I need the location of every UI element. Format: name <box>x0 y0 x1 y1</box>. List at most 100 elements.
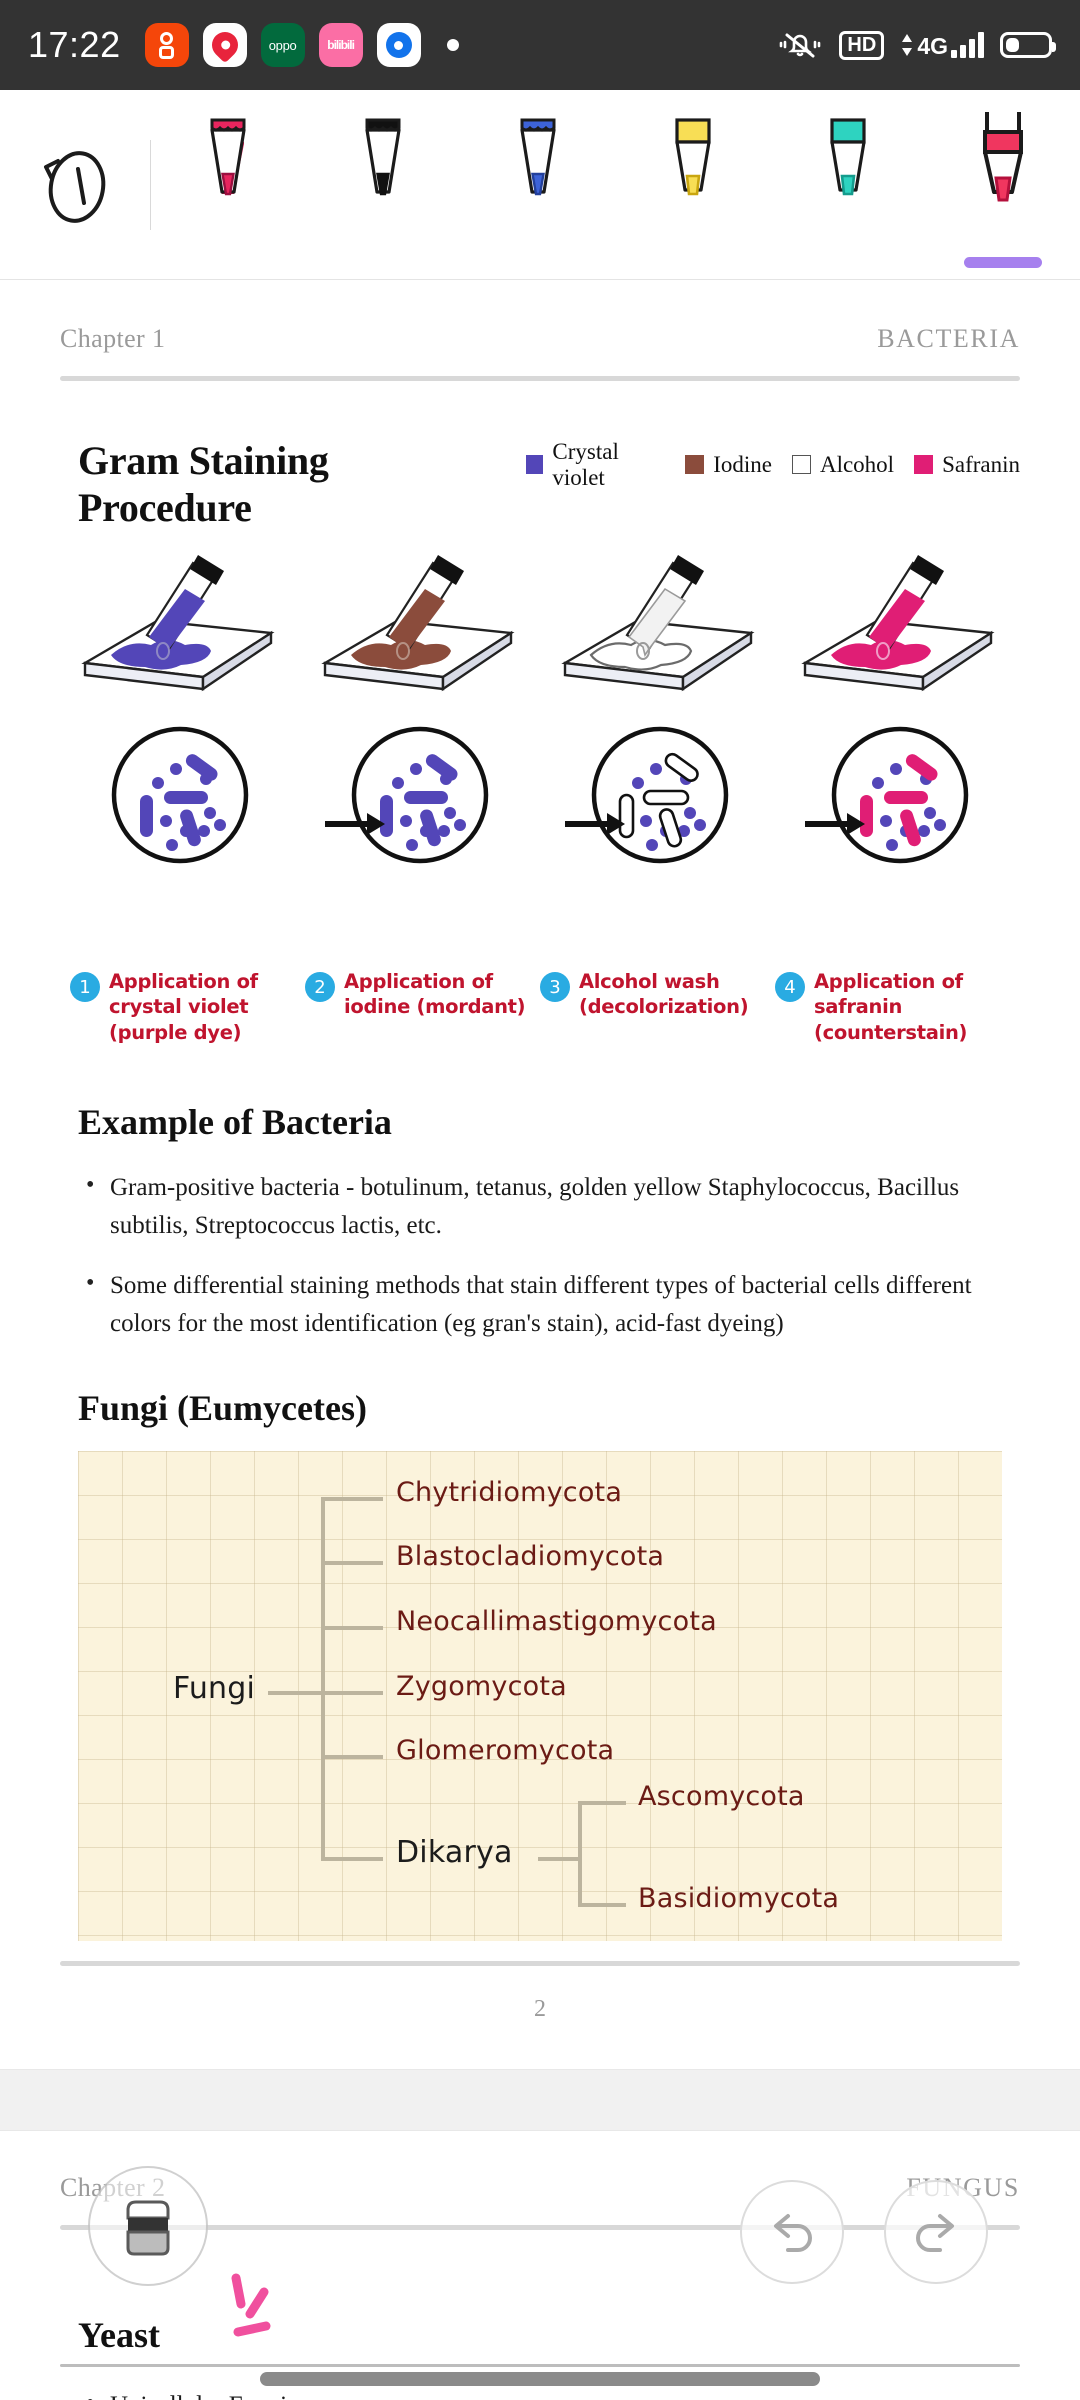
pen-selected-indicator <box>963 257 1042 268</box>
network-type-label: 4G <box>917 33 948 59</box>
legend-label: Alcohol <box>819 451 895 477</box>
step-caption: Application of crystal violet (purple dy… <box>109 970 258 1044</box>
microscope-view-2 <box>351 726 489 864</box>
eraser-tool-button[interactable] <box>88 2166 208 2286</box>
tree-branch-line <box>321 1561 383 1566</box>
fungi-taxonomy-diagram: Fungi Chytridiomycota Blastocladiomycota… <box>78 1451 1002 1942</box>
tree-node-dikarya: Dikarya <box>396 1835 513 1871</box>
step-caption: Application of iodine (mordant) <box>344 970 526 1019</box>
legend-label: Crystal violet <box>552 438 619 490</box>
slide-dropper-illustration <box>81 555 275 692</box>
tree-branch-line <box>321 1857 383 1862</box>
undo-arrow-icon <box>774 2214 812 2252</box>
list-item: Gram-positive bacteria - botulinum, teta… <box>82 1167 1020 1245</box>
legend-swatch <box>685 455 705 474</box>
tree-branch-line <box>578 1903 626 1908</box>
legend-label: Iodine <box>713 451 772 477</box>
home-indicator[interactable] <box>260 2372 820 2386</box>
gram-staining-diagram <box>60 555 1020 955</box>
page1-chapter-label: Chapter 1 <box>60 324 166 353</box>
pen-blue[interactable] <box>478 108 598 218</box>
browser-icon <box>376 23 421 67</box>
tree-node-chytridiomycota: Chytridiomycota <box>396 1477 623 1509</box>
yeast-title-row: Yeast <box>60 2273 1020 2356</box>
tree-node-basidiomycota: Basidiomycota <box>638 1883 840 1915</box>
tree-subspine <box>578 1801 582 1908</box>
tree-branch-line <box>321 1626 383 1631</box>
tree-node-blastocladiomycota: Blastocladiomycota <box>396 1541 665 1573</box>
pen-black[interactable] <box>323 108 443 218</box>
tree-branch-line <box>268 1691 383 1696</box>
step-badge: 3 <box>540 972 570 1002</box>
tree-branch-line <box>578 1801 626 1806</box>
tree-node-ascomycota: Ascomycota <box>638 1781 805 1813</box>
status-app-icons: oppo bilibili <box>144 23 778 67</box>
hd-icon: HD <box>839 30 885 60</box>
pen-yellow[interactable] <box>633 108 753 218</box>
gram-legend: Crystal violet Iodine Alcohol Safranin <box>526 439 1020 491</box>
example-of-bacteria-heading: Example of Bacteria <box>78 1102 392 1143</box>
legend-item-safranin: Safranin <box>914 452 1020 478</box>
gram-caption-2: 2 Application of iodine (mordant) <box>305 969 540 1045</box>
oppo-icon: oppo <box>260 23 305 67</box>
pen-toolbar <box>0 90 1080 280</box>
tree-branch-line <box>321 1755 383 1760</box>
list-item-text: Unicellular Fungi <box>110 2392 287 2400</box>
step-arrow <box>785 807 1015 841</box>
notification-dot-icon <box>446 39 459 51</box>
page2-header: Chapter 2 FUNGUS <box>60 2131 1020 2203</box>
yeast-rule <box>60 2364 1020 2368</box>
pen-pink[interactable] <box>168 108 288 218</box>
undo-button[interactable] <box>740 2180 844 2284</box>
page1-header: Chapter 1 BACTERIA <box>60 282 1020 354</box>
pen-red-highlighter[interactable] <box>943 108 1063 268</box>
gram-caption-4: 4 Application of safranin (counterstain) <box>775 969 1010 1045</box>
example-bacteria-list: Gram-positive bacteria - botulinum, teta… <box>60 1167 1020 1343</box>
document-viewport[interactable]: Chapter 1 BACTERIA Gram Staining Procedu… <box>0 282 1080 2400</box>
lasso-undo-icon[interactable] <box>0 139 150 231</box>
step-badge: 4 <box>775 972 805 1002</box>
redo-button[interactable] <box>884 2180 988 2284</box>
page-number: 2 <box>534 1996 546 2023</box>
page1-header-rule <box>60 376 1020 381</box>
tree-node-glomeromycota: Glomeromycota <box>396 1735 615 1767</box>
tree-branch-line <box>538 1857 580 1862</box>
bilibili-icon: bilibili <box>318 23 363 67</box>
pen-teal[interactable] <box>788 108 908 218</box>
gram-title-row: Gram Staining Procedure Crystal violet I… <box>60 437 1020 531</box>
list-item: Some differential staining methods that … <box>82 1265 1020 1343</box>
tree-branch-line <box>321 1497 383 1502</box>
step-badge: 2 <box>305 972 335 1002</box>
step-caption: Application of safranin (counterstain) <box>814 970 968 1044</box>
step-caption: Alcohol wash (decolorization) <box>579 970 749 1019</box>
list-item: Unicellular Fungi <box>82 2385 1020 2400</box>
map-icon <box>202 23 247 67</box>
page-separator <box>0 2069 1080 2132</box>
legend-swatch <box>526 455 544 474</box>
signal-4g-icon: 4G <box>900 32 984 58</box>
legend-item-alcohol: Alcohol <box>791 451 895 478</box>
step-arrow <box>305 807 535 841</box>
gram-caption-1: 1 Application of crystal violet (purple … <box>70 969 305 1045</box>
microscope-view-3 <box>591 726 729 864</box>
tree-node-zygomycota: Zygomycota <box>396 1671 567 1703</box>
status-system-icons: HD 4G <box>777 29 1056 61</box>
page-1: Chapter 1 BACTERIA Gram Staining Procedu… <box>0 282 1080 2070</box>
microscope-view-1 <box>111 726 249 864</box>
page-title: Gram Staining Procedure <box>78 438 329 530</box>
slide-dropper-illustration <box>801 555 995 692</box>
slide-dropper-illustration <box>321 555 515 692</box>
eraser-icon <box>126 2200 170 2256</box>
status-bar: 17:22 oppo bilibili HD 4G <box>0 0 1080 90</box>
legend-swatch <box>914 455 934 474</box>
battery-icon <box>1000 32 1056 58</box>
yeast-heading: Yeast <box>78 2315 160 2356</box>
step-arrow <box>545 807 775 841</box>
slide-dropper-illustration <box>561 555 755 692</box>
signal-bars-icon <box>951 32 984 58</box>
legend-item-crystal-violet: Crystal violet <box>526 439 665 491</box>
fungi-heading: Fungi (Eumycetes) <box>78 1388 367 1429</box>
yeast-list: Unicellular Fungi Cell division reproduc… <box>60 2385 1020 2400</box>
microscope-view-4 <box>831 726 969 864</box>
redo-arrow-icon <box>916 2214 954 2252</box>
